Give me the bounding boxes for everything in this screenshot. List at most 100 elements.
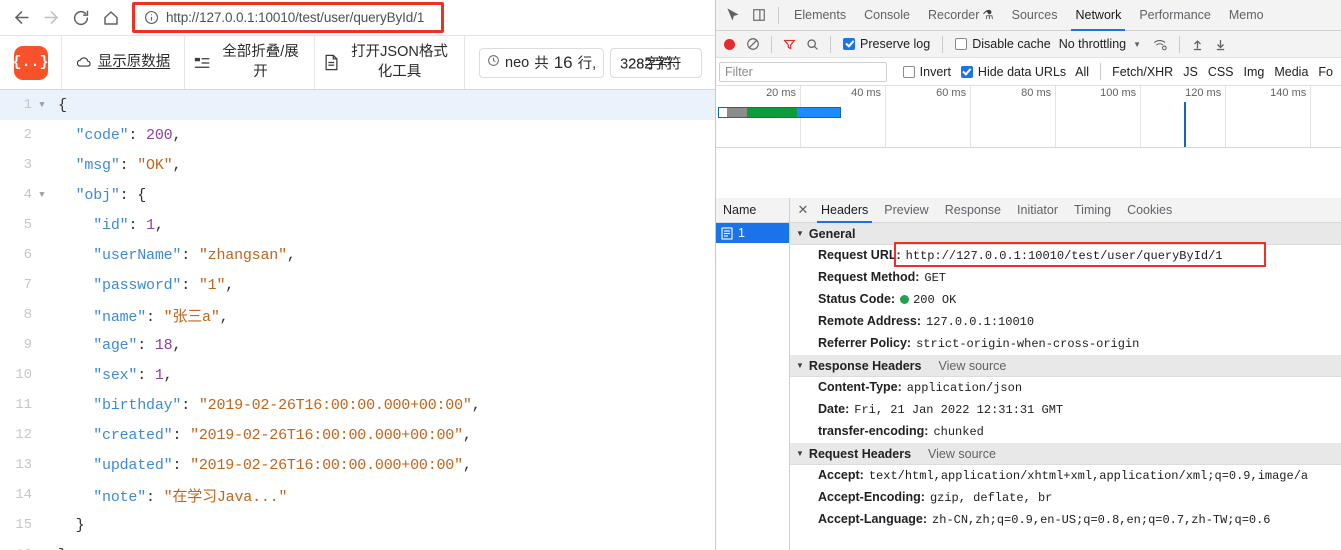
document-icon: [721, 226, 733, 240]
json-line: 12 "created": "2019-02-26T16:00:00.000+0…: [0, 420, 715, 450]
disable-cache-checkbox[interactable]: Disable cache: [949, 37, 1057, 51]
panel-tab-console[interactable]: Console: [855, 0, 919, 31]
view-source-link[interactable]: View source: [938, 359, 1006, 373]
network-conditions-icon[interactable]: [1148, 38, 1173, 51]
detail-tab-response[interactable]: Response: [937, 198, 1009, 223]
section-header-general[interactable]: ▼ General: [790, 223, 1341, 245]
export-har-icon[interactable]: [1209, 38, 1232, 51]
section-header-request-headers[interactable]: ▼ Request Headers View source: [790, 443, 1341, 465]
fold-toggle-icon[interactable]: ▼: [34, 100, 50, 110]
inspect-element-icon[interactable]: [720, 2, 746, 28]
chevron-down-icon[interactable]: ▼: [796, 361, 804, 370]
detail-tab-headers[interactable]: Headers: [813, 198, 876, 223]
section-header-response-headers[interactable]: ▼ Response Headers View source: [790, 355, 1341, 377]
collapse-expand-all-button[interactable]: 全部折叠/展开: [185, 36, 315, 89]
line-number: 14: [15, 487, 32, 503]
view-source-link[interactable]: View source: [928, 447, 996, 461]
json-line: 11 "birthday": "2019-02-26T16:00:00.000+…: [0, 390, 715, 420]
invert-box[interactable]: [902, 65, 915, 78]
header-key: Accept-Encoding:: [818, 490, 925, 504]
line-number: 10: [15, 367, 32, 383]
json-code: "code": 200,: [75, 126, 182, 144]
show-raw-data-button[interactable]: 显示原数据: [62, 36, 185, 89]
request-detail-pane: ✕ Headers Preview Response Initiator Timing C…: [790, 198, 1341, 550]
header-row: Accept-Language: zh-CN,zh;q=0.9,en-US;q=0…: [790, 509, 1341, 531]
invert-checkbox[interactable]: Invert: [897, 65, 955, 79]
disable-cache-box[interactable]: [955, 38, 968, 50]
panel-tab-label: Network: [1075, 7, 1122, 22]
forward-button[interactable]: [36, 3, 66, 33]
filter-type-img[interactable]: Img: [1239, 65, 1270, 79]
hide-data-urls-checkbox[interactable]: Hide data URLs: [955, 65, 1070, 79]
reload-button[interactable]: [66, 3, 96, 33]
panel-tab-performance[interactable]: Performance: [1130, 0, 1220, 31]
invert-label: Invert: [919, 64, 951, 79]
panel-tab-memo[interactable]: Memo: [1220, 0, 1273, 31]
panel-tab-label: Sources: [1011, 7, 1058, 22]
site-info-icon[interactable]: [144, 10, 159, 25]
panel-tab-network[interactable]: Network: [1066, 0, 1130, 31]
json-line: 6 "userName": "zhangsan",: [0, 240, 715, 270]
section-title: Response Headers: [808, 358, 922, 373]
detail-tab-timing[interactable]: Timing: [1066, 198, 1119, 223]
devtools-network-controls: Preserve log Disable cache No throttling…: [716, 31, 1341, 58]
header-row: Remote Address: 127.0.0.1:10010: [790, 311, 1341, 333]
import-har-icon[interactable]: [1186, 38, 1209, 51]
json-code: "age": 18,: [93, 336, 182, 354]
filter-type-media[interactable]: Media: [1269, 65, 1313, 79]
filter-type-fo[interactable]: Fo: [1313, 65, 1338, 79]
request-detail-tabs: ✕ Headers Preview Response Initiator Timing C…: [790, 198, 1341, 223]
overview-request-bar: [718, 107, 841, 118]
header-value: strict-origin-when-cross-origin: [916, 337, 1140, 351]
detail-tab-list: Headers Preview Response Initiator Timing Coo…: [813, 198, 1180, 223]
throttling-select[interactable]: No throttling: [1057, 37, 1126, 51]
chevron-down-icon[interactable]: ▼: [796, 449, 804, 458]
panel-tab-sources[interactable]: Sources: [1003, 0, 1067, 31]
filter-type-all[interactable]: All: [1070, 65, 1094, 79]
header-row: Status Code: 200 OK: [790, 289, 1341, 311]
header-row: Date: Fri, 21 Jan 2022 12:31:31 GMT: [790, 399, 1341, 421]
header-row: Referrer Policy: strict-origin-when-cross…: [790, 333, 1341, 355]
stat-engine: neo: [505, 54, 530, 71]
filter-type-fetch-xhr[interactable]: Fetch/XHR: [1107, 65, 1178, 79]
filter-type-js[interactable]: JS: [1178, 65, 1203, 79]
header-value: gzip, deflate, br: [929, 491, 1053, 505]
header-key: Remote Address:: [818, 314, 922, 328]
panel-tab-label: Recorder: [927, 7, 980, 22]
network-overview-timeline[interactable]: 20 ms 40 ms 60 ms 80 ms 100 ms 120 ms 140 ms: [716, 86, 1341, 148]
json-code: }: [50, 547, 67, 550]
filter-input[interactable]: [719, 61, 887, 82]
filter-icon[interactable]: [778, 38, 801, 51]
fold-toggle-icon[interactable]: ▼: [34, 190, 50, 200]
preserve-log-checkbox[interactable]: Preserve log: [837, 37, 936, 51]
request-row[interactable]: 1: [716, 223, 789, 243]
search-icon[interactable]: [801, 38, 824, 51]
hide-data-urls-box[interactable]: [960, 65, 973, 78]
detail-tab-initiator[interactable]: Initiator: [1009, 198, 1066, 223]
device-toolbar-icon[interactable]: [746, 2, 772, 28]
record-button[interactable]: [724, 38, 735, 50]
address-bar-url: http://127.0.0.1:10010/test/user/queryBy…: [166, 9, 425, 25]
panel-tab-recorder[interactable]: Recorder ⚗: [919, 0, 1003, 31]
header-sections: ▼ General Request URL: http://127.0.0.1:100…: [790, 223, 1341, 531]
chevron-down-icon[interactable]: ▼: [1126, 40, 1148, 49]
detail-tab-cookies[interactable]: Cookies: [1119, 198, 1180, 223]
address-bar[interactable]: http://127.0.0.1:10010/test/user/queryBy…: [132, 1, 444, 33]
chevron-down-icon[interactable]: ▼: [796, 229, 804, 238]
line-number: 11: [15, 397, 32, 413]
back-button[interactable]: [6, 3, 36, 33]
open-json-formatter-button[interactable]: 打开JSON格式化工具: [315, 36, 465, 89]
json-viewer-logo: {..}: [13, 45, 49, 80]
panel-tab-elements[interactable]: Elements: [785, 0, 855, 31]
detail-tab-preview[interactable]: Preview: [876, 198, 936, 223]
header-row: Accept: text/html,application/xhtml+xml,a…: [790, 465, 1341, 487]
close-icon[interactable]: ✕: [793, 202, 813, 218]
header-key: Accept:: [818, 468, 864, 482]
json-viewer-toolbar: {..} 显示原数据 全部折叠/展开 打开JSON格式化工具 neo 共 16 …: [0, 36, 715, 90]
clear-icon[interactable]: [741, 37, 765, 51]
filter-type-css[interactable]: CSS: [1203, 65, 1239, 79]
home-button[interactable]: [96, 3, 126, 33]
toolbar-divider: [778, 6, 779, 24]
network-body: Name 1 ✕ Headers Preview Response Initiator…: [716, 198, 1341, 550]
preserve-log-box[interactable]: [843, 38, 855, 50]
